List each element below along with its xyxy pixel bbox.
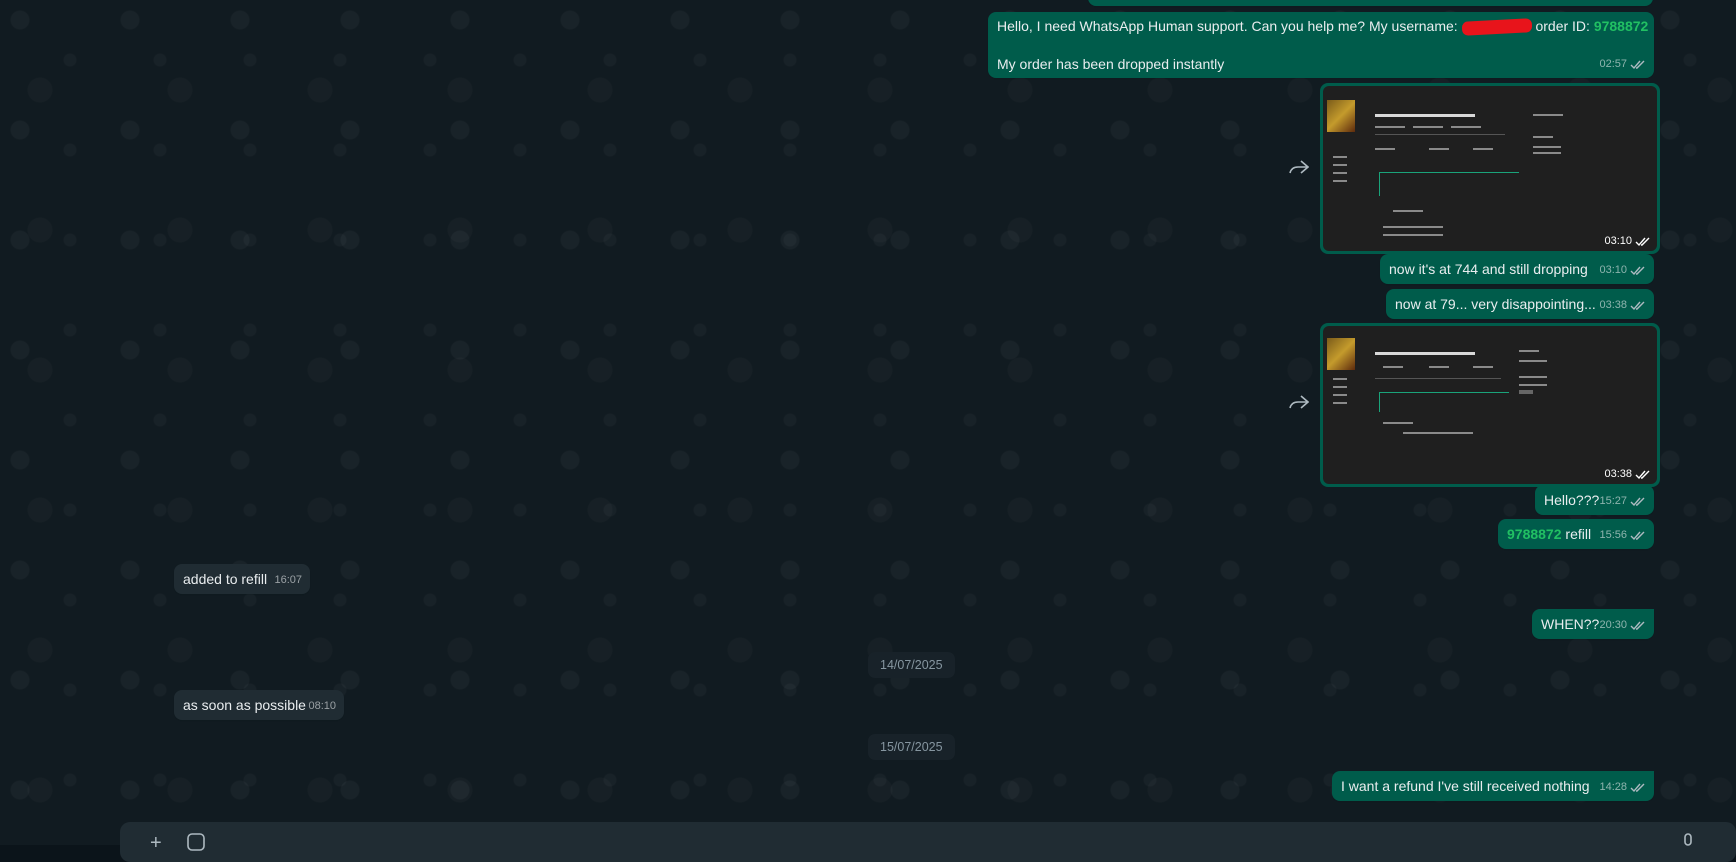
conversation-panel: Hello, I need WhatsApp Human support. Ca…: [0, 0, 1736, 862]
double-check-icon: [1630, 530, 1646, 541]
message-time: 03:38: [1604, 468, 1632, 480]
message-text: Hello???: [1544, 492, 1600, 508]
video-thumbnail: [1327, 338, 1355, 370]
order-id-link[interactable]: 9788872: [1507, 526, 1562, 542]
message-time: 15:56: [1599, 529, 1627, 541]
double-check-icon: [1630, 782, 1646, 793]
message-time: 14:28: [1599, 781, 1627, 793]
date-separator: 14/07/2025: [868, 652, 955, 678]
mic-icon[interactable]: [1682, 832, 1694, 858]
message-time: 03:10: [1604, 235, 1632, 247]
video-thumbnail: [1327, 100, 1355, 132]
message-text: WHEN??: [1541, 616, 1600, 632]
image-message-analytics-2[interactable]: 03:38: [1320, 323, 1660, 487]
double-check-icon: [1635, 469, 1651, 480]
message-text: refill: [1561, 526, 1592, 542]
message-time: 15:27: [1599, 495, 1627, 507]
message-text: Hello, I need WhatsApp Human support. Ca…: [997, 18, 1462, 34]
double-check-icon: [1630, 300, 1646, 311]
order-id-link[interactable]: 9788872: [1594, 18, 1649, 34]
message-bubble-incoming[interactable]: added to refill 16:07: [174, 564, 310, 594]
double-check-icon: [1630, 620, 1646, 631]
message-text: now at 79... very disappointing...: [1395, 296, 1596, 312]
analytics-screenshot: 03:10: [1323, 86, 1657, 251]
sticker-icon[interactable]: [186, 832, 206, 858]
message-bubble[interactable]: 9788872 refill 15:56: [1498, 519, 1654, 549]
message-time: 08:10: [308, 700, 336, 712]
image-meta: 03:38: [1604, 468, 1651, 480]
message-time: 20:30: [1599, 619, 1627, 631]
message-bubble[interactable]: now it's at 744 and still dropping 03:10: [1380, 254, 1654, 284]
image-meta: 03:10: [1604, 235, 1651, 247]
date-separator: 15/07/2025: [868, 734, 955, 760]
message-text-order-label: order ID:: [1535, 18, 1594, 34]
forward-icon[interactable]: [1284, 387, 1314, 417]
message-time: 03:38: [1599, 299, 1627, 311]
message-bubble[interactable]: Hello??? 15:27: [1535, 485, 1654, 515]
double-check-icon: [1630, 59, 1646, 70]
image-message-analytics-1[interactable]: 03:10: [1320, 83, 1660, 254]
double-check-icon: [1630, 496, 1646, 507]
redacted-username: [1461, 18, 1532, 37]
message-time: 02:57: [1599, 58, 1627, 70]
double-check-icon: [1630, 265, 1646, 276]
message-text: added to refill: [183, 571, 268, 587]
message-bubble-incoming[interactable]: as soon as possible 08:10: [174, 690, 344, 720]
message-meta: 02:57: [1599, 55, 1646, 74]
message-time: 03:10: [1599, 264, 1627, 276]
message-bubble-order-request[interactable]: Hello, I need WhatsApp Human support. Ca…: [988, 12, 1654, 78]
forward-icon[interactable]: [1284, 152, 1314, 182]
plus-icon[interactable]: +: [150, 832, 162, 855]
double-check-icon: [1635, 236, 1651, 247]
message-text: now it's at 744 and still dropping: [1389, 261, 1588, 277]
message-text: I want a refund I've still received noth…: [1341, 778, 1590, 794]
message-text-line2: My order has been dropped instantly: [997, 56, 1225, 72]
message-composer[interactable]: +: [120, 822, 1736, 862]
message-bubble[interactable]: WHEN?? 20:30: [1532, 609, 1654, 639]
message-bubble[interactable]: I want a refund I've still received noth…: [1332, 771, 1654, 801]
message-bubble[interactable]: now at 79... very disappointing... 03:38: [1386, 289, 1654, 319]
message-time: 16:07: [274, 574, 302, 586]
analytics-screenshot: 03:38: [1323, 326, 1657, 484]
message-text: as soon as possible: [183, 697, 306, 713]
message-bubble-partial: [1088, 0, 1653, 6]
